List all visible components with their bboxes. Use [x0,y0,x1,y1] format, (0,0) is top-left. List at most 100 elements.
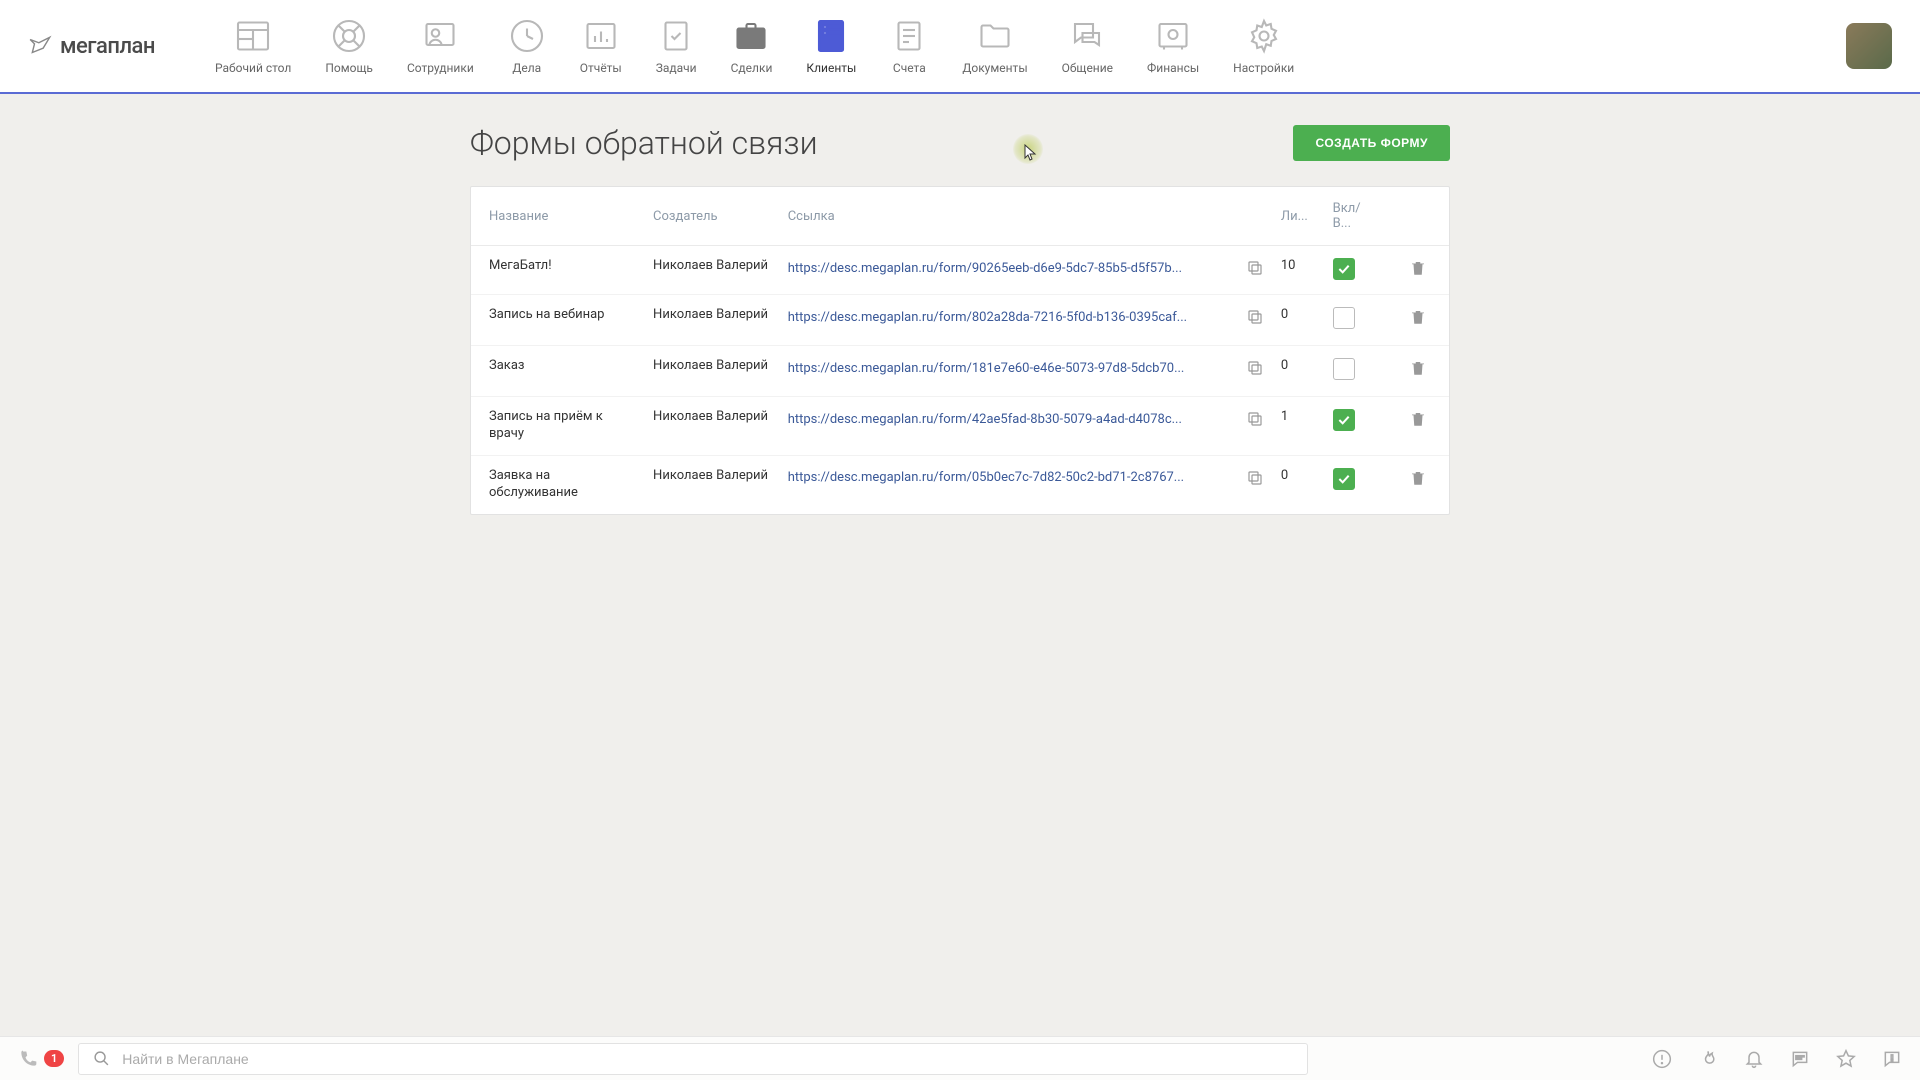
form-name: Заявка на обслуживание [489,468,637,502]
delete-button[interactable] [1409,468,1427,488]
forms-table: Название Создатель Ссылка Ли... Вкл/В...… [471,187,1449,514]
clock-icon [508,17,546,55]
create-form-button[interactable]: СОЗДАТЬ ФОРМУ [1293,125,1450,161]
form-creator: Николаев Валерий [653,409,772,426]
topbar: мегаплан Рабочий стол Помощь Сотрудники … [0,0,1920,94]
nav-documents[interactable]: Документы [962,17,1027,75]
form-link[interactable]: https://desc.megaplan.ru/form/90265eeb-d… [788,261,1233,276]
col-link[interactable]: Ссылка [780,187,1273,246]
nav-deals[interactable]: Сделки [731,17,773,75]
form-creator: Николаев Валерий [653,258,772,275]
delete-button[interactable] [1409,307,1427,327]
col-leads[interactable]: Ли... [1273,187,1325,246]
nav-finance[interactable]: Финансы [1147,17,1199,75]
logo-text: мегаплан [60,34,155,59]
form-leads: 0 [1273,455,1325,513]
col-creator[interactable]: Создатель [645,187,780,246]
bottombar: 1 [0,1036,1920,1080]
bell-icon [1744,1049,1764,1069]
form-leads: 0 [1273,346,1325,397]
table-row[interactable]: Запись на приём к врачу Николаев Валерий h… [471,397,1449,456]
message-icon [1790,1049,1810,1069]
table-row[interactable]: МегаБатл!Николаев Валерийhttps://desc.me… [471,246,1449,295]
col-enabled[interactable]: Вкл/В... [1325,187,1387,246]
nav-invoices[interactable]: Счета [890,17,928,75]
delete-button[interactable] [1409,258,1427,278]
chat-icon [1068,17,1106,55]
copy-link-button[interactable] [1245,258,1265,278]
logo-icon [28,33,54,59]
col-name[interactable]: Название [471,187,645,246]
nav-label: Клиенты [806,61,856,75]
main-content: Формы обратной связи СОЗДАТЬ ФОРМУ Назва… [0,94,1920,515]
copy-icon [1246,308,1264,326]
nav-tasks[interactable]: Задачи [656,17,697,75]
cursor-pointer [1024,144,1038,166]
top-navigation: Рабочий стол Помощь Сотрудники Дела Отчё… [215,17,1294,75]
enable-toggle[interactable] [1333,258,1355,280]
copy-link-button[interactable] [1245,409,1265,429]
nav-chat[interactable]: Общение [1062,17,1113,75]
form-name: Запись на вебинар [489,307,637,324]
copy-link-button[interactable] [1245,358,1265,378]
nav-label: Дела [512,61,541,75]
trash-icon [1409,258,1427,278]
nav-label: Отчёты [580,61,622,75]
gear-icon [1245,17,1283,55]
alert-icon [1652,1049,1672,1069]
tasks-icon [657,17,695,55]
trending-button[interactable] [1698,1049,1718,1069]
nav-reports[interactable]: Отчёты [580,17,622,75]
form-name: Заказ [489,358,637,375]
feedback-button[interactable] [1882,1049,1902,1069]
enable-toggle[interactable] [1333,468,1355,490]
table-row[interactable]: Запись на вебинар Николаев Валерий https:/… [471,295,1449,346]
form-link[interactable]: https://desc.megaplan.ru/form/802a28da-7… [788,310,1233,325]
copy-icon [1246,359,1264,377]
trash-icon [1409,409,1427,429]
form-link[interactable]: https://desc.megaplan.ru/form/181e7e60-e… [788,361,1233,376]
enable-toggle[interactable] [1333,358,1355,380]
nav-todos[interactable]: Дела [508,17,546,75]
page-header: Формы обратной связи СОЗДАТЬ ФОРМУ [470,124,1450,162]
nav-clients[interactable]: Клиенты [806,17,856,75]
bottom-icons [1652,1049,1902,1069]
trash-icon [1409,468,1427,488]
search-input[interactable] [122,1051,1293,1067]
table-row[interactable]: Заявка на обслуживание Николаев Валерий ht… [471,455,1449,513]
table-row[interactable]: ЗаказНиколаев Валерийhttps://desc.megapl… [471,346,1449,397]
phone-button[interactable]: 1 [18,1049,64,1069]
enable-toggle[interactable] [1333,409,1355,431]
nav-settings[interactable]: Настройки [1233,17,1294,75]
copy-link-button[interactable] [1245,307,1265,327]
form-name: Запись на приём к врачу [489,409,637,443]
nav-employees[interactable]: Сотрудники [407,17,474,75]
briefcase-icon [732,17,770,55]
search-bar[interactable] [78,1043,1308,1075]
nav-label: Сделки [731,61,773,75]
clients-icon [812,17,850,55]
nav-help[interactable]: Помощь [325,17,373,75]
logo[interactable]: мегаплан [28,33,155,59]
delete-button[interactable] [1409,358,1427,378]
delete-button[interactable] [1409,409,1427,429]
alert-button[interactable] [1652,1049,1672,1069]
form-link[interactable]: https://desc.megaplan.ru/form/42ae5fad-8… [788,412,1233,427]
nav-label: Настройки [1233,61,1294,75]
report-icon [1882,1049,1902,1069]
form-creator: Николаев Валерий [653,307,772,324]
form-creator: Николаев Валерий [653,468,772,485]
enable-toggle[interactable] [1333,307,1355,329]
nav-dashboard[interactable]: Рабочий стол [215,17,291,75]
forms-table-card: Название Создатель Ссылка Ли... Вкл/В...… [470,186,1450,515]
favorites-button[interactable] [1836,1049,1856,1069]
notifications-button[interactable] [1744,1049,1764,1069]
nav-label: Рабочий стол [215,61,291,75]
messages-button[interactable] [1790,1049,1810,1069]
search-icon [93,1050,110,1067]
user-avatar[interactable] [1846,23,1892,69]
form-link[interactable]: https://desc.megaplan.ru/form/05b0ec7c-7… [788,470,1233,485]
star-icon [1836,1049,1856,1069]
form-leads: 10 [1273,246,1325,295]
copy-link-button[interactable] [1245,468,1265,488]
